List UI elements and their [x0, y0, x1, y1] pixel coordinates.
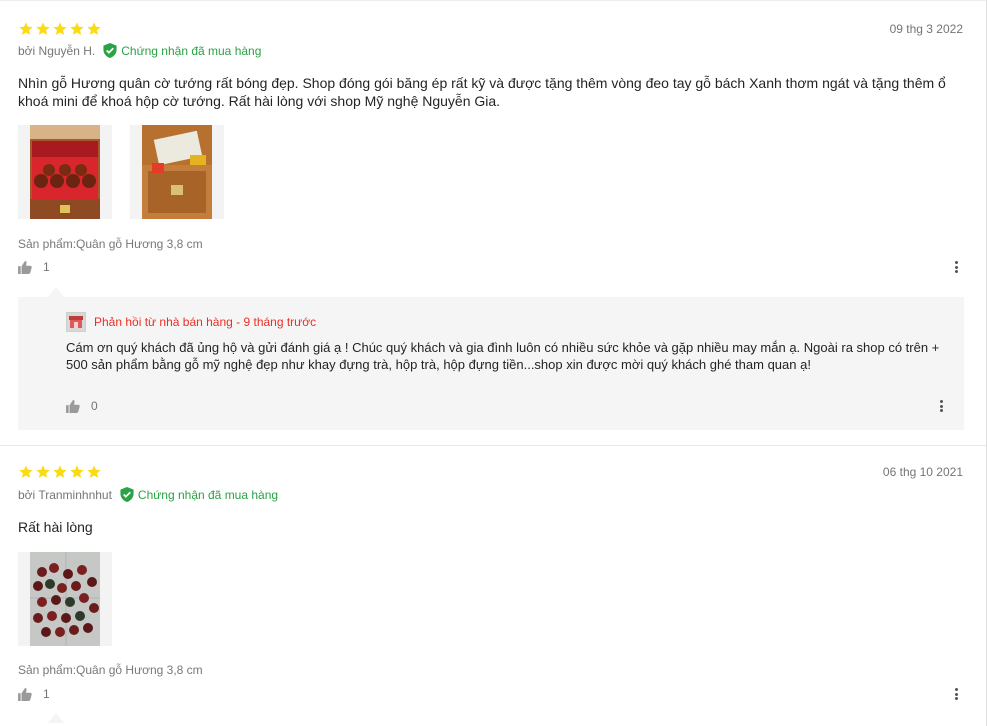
- seller-reply-header: Phản hồi từ nhà bán hàng - 9 tháng trước: [66, 312, 316, 332]
- thumbs-up-icon: [66, 399, 80, 413]
- star-icon: [69, 21, 85, 37]
- review-image[interactable]: [130, 125, 224, 219]
- star-icon: [69, 464, 85, 480]
- reply-like-button[interactable]: 0: [66, 399, 98, 413]
- thumbs-up-icon: [18, 687, 32, 701]
- review-variant: Sản phẩm:Quân gỗ Hương 3,8 cm: [18, 663, 203, 677]
- review-date: 06 thg 10 2021: [882, 465, 963, 479]
- reply-like-count: 0: [91, 399, 98, 413]
- more-options-button[interactable]: [950, 687, 962, 701]
- thumbs-up-icon: [18, 260, 32, 274]
- rating-stars: [18, 464, 102, 480]
- reply-caret: [48, 287, 64, 297]
- review-author-line: bởi Tranminhnhut Chứng nhận đã mua hàng: [18, 487, 278, 502]
- star-icon: [35, 464, 51, 480]
- reply-more-options-button[interactable]: [935, 399, 947, 413]
- star-icon: [18, 464, 34, 480]
- star-icon: [35, 21, 51, 37]
- seller-reply: Phản hồi từ nhà bán hàng - 9 tháng trước…: [18, 297, 964, 430]
- review-author: bởi Tranminhnhut: [18, 487, 112, 502]
- verified-purchase-badge: Chứng nhận đã mua hàng: [103, 43, 261, 58]
- verified-label: Chứng nhận đã mua hàng: [137, 487, 279, 502]
- review-content: Rất hài lòng: [18, 519, 93, 535]
- review-item: 06 thg 10 2021 bởi Tranminhnhut Chứng nh…: [0, 447, 986, 726]
- reply-caret: [48, 713, 64, 723]
- review-images: [18, 552, 112, 646]
- like-button[interactable]: 1: [18, 687, 50, 701]
- like-button[interactable]: 1: [18, 260, 50, 274]
- star-icon: [52, 21, 68, 37]
- rating-stars: [18, 21, 102, 37]
- seller-reply-text: Cám ơn quý khách đã ủng hộ và gửi đánh g…: [66, 340, 940, 372]
- like-count: 1: [43, 260, 50, 274]
- star-icon: [86, 21, 102, 37]
- review-images: [18, 125, 224, 219]
- review-content: Nhìn gỗ Hương quân cờ tướng rất bóng đẹp…: [18, 75, 946, 109]
- verified-label: Chứng nhận đã mua hàng: [121, 43, 262, 58]
- verified-shield-icon: [120, 487, 134, 502]
- review-date: 09 thg 3 2022: [889, 22, 963, 36]
- review-author-line: bởi Nguyễn H. Chứng nhận đã mua hàng: [18, 43, 261, 58]
- review-author: bởi Nguyễn H.: [18, 43, 96, 58]
- star-icon: [18, 21, 34, 37]
- review-image[interactable]: [18, 552, 112, 646]
- like-count: 1: [43, 687, 50, 701]
- verified-shield-icon: [103, 43, 117, 58]
- seller-shop-icon: [66, 312, 86, 332]
- verified-purchase-badge: Chứng nhận đã mua hàng: [120, 487, 278, 502]
- review-list: 09 thg 3 2022 bởi Nguyễn H. Chứng nhận đ…: [0, 0, 987, 726]
- review-item: 09 thg 3 2022 bởi Nguyễn H. Chứng nhận đ…: [0, 5, 986, 446]
- review-image[interactable]: [18, 125, 112, 219]
- review-variant: Sản phẩm:Quân gỗ Hương 3,8 cm: [18, 237, 203, 251]
- star-icon: [52, 464, 68, 480]
- more-options-button[interactable]: [950, 260, 962, 274]
- star-icon: [86, 464, 102, 480]
- seller-reply-title: Phản hồi từ nhà bán hàng - 9 tháng trước: [94, 315, 317, 329]
